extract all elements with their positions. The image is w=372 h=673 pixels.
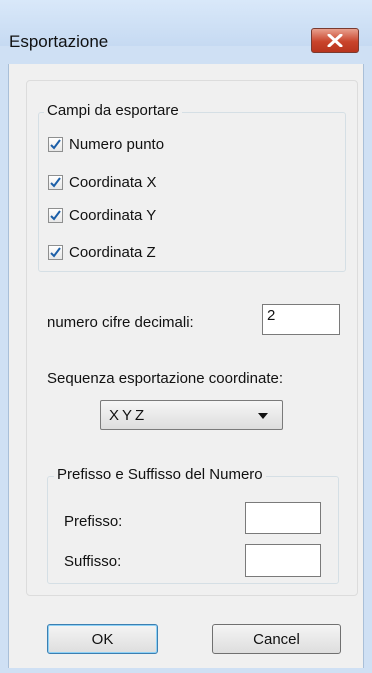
check-icon — [50, 176, 61, 188]
decimals-label: numero cifre decimali: — [47, 314, 194, 331]
window-bottom-border — [8, 668, 364, 673]
checkbox-label: Coordinata Y — [69, 206, 157, 224]
prefix-label: Prefisso: — [64, 513, 123, 530]
checkbox-box[interactable] — [48, 136, 63, 152]
checkbox-box[interactable] — [48, 174, 63, 190]
check-icon — [50, 138, 61, 150]
checkbox-coordinata-x[interactable]: Coordinata X — [48, 172, 157, 192]
decimals-input[interactable]: 2 — [262, 304, 340, 335]
prefix-input[interactable] — [245, 502, 321, 534]
check-icon — [50, 246, 61, 258]
checkbox-coordinata-y[interactable]: Coordinata Y — [48, 205, 156, 225]
cancel-button[interactable]: Cancel — [212, 624, 341, 654]
sequence-label: Sequenza esportazione coordinate: — [47, 370, 284, 387]
checkbox-label: Numero punto — [69, 135, 165, 153]
check-icon — [50, 209, 61, 221]
checkbox-box[interactable] — [48, 244, 63, 260]
close-button[interactable] — [311, 28, 359, 53]
checkbox-coordinata-z[interactable]: Coordinata Z — [48, 242, 156, 262]
title-bar[interactable]: Esportazione — [0, 0, 372, 53]
sequence-selected-value: XYZ — [109, 407, 148, 424]
checkbox-numero-punto[interactable]: Numero punto — [48, 134, 164, 154]
sequence-dropdown[interactable]: XYZ — [100, 400, 283, 430]
suffix-label: Suffisso: — [64, 553, 122, 570]
export-dialog: Esportazione Campi da esportare Numero p… — [0, 0, 372, 673]
checkbox-box[interactable] — [48, 207, 63, 223]
window-title: Esportazione — [9, 32, 109, 51]
chevron-down-icon — [258, 413, 268, 419]
suffix-input[interactable] — [245, 544, 321, 577]
close-icon — [327, 34, 343, 47]
checkbox-label: Coordinata X — [69, 173, 157, 191]
prefix-suffix-group-title: Prefisso e Suffisso del Numero — [54, 466, 266, 483]
export-fields-group-title: Campi da esportare — [44, 102, 182, 119]
checkbox-label: Coordinata Z — [69, 243, 156, 261]
ok-button[interactable]: OK — [47, 624, 158, 654]
